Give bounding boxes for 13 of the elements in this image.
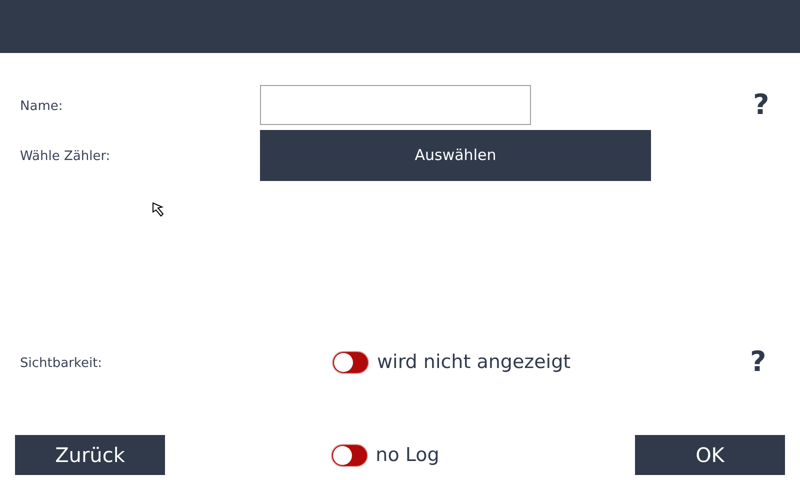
toggle-switch[interactable] <box>330 444 368 466</box>
select-button[interactable]: Auswählen <box>260 130 651 180</box>
ok-button[interactable]: OK <box>635 435 785 475</box>
help-icon[interactable]: ? <box>753 91 770 119</box>
toggle-label: wird nicht angezeigt <box>377 350 572 375</box>
field-label: Wähle Zähler: <box>20 149 110 164</box>
toggle-label: no Log <box>376 442 440 468</box>
name-input[interactable] <box>260 85 531 125</box>
help-icon[interactable]: ? <box>750 348 766 376</box>
field-label: Name: <box>20 99 63 114</box>
toggle-switch[interactable] <box>332 350 369 374</box>
back-button[interactable]: Zurück <box>15 435 165 475</box>
field-label: Sichtbarkeit: <box>20 356 102 371</box>
